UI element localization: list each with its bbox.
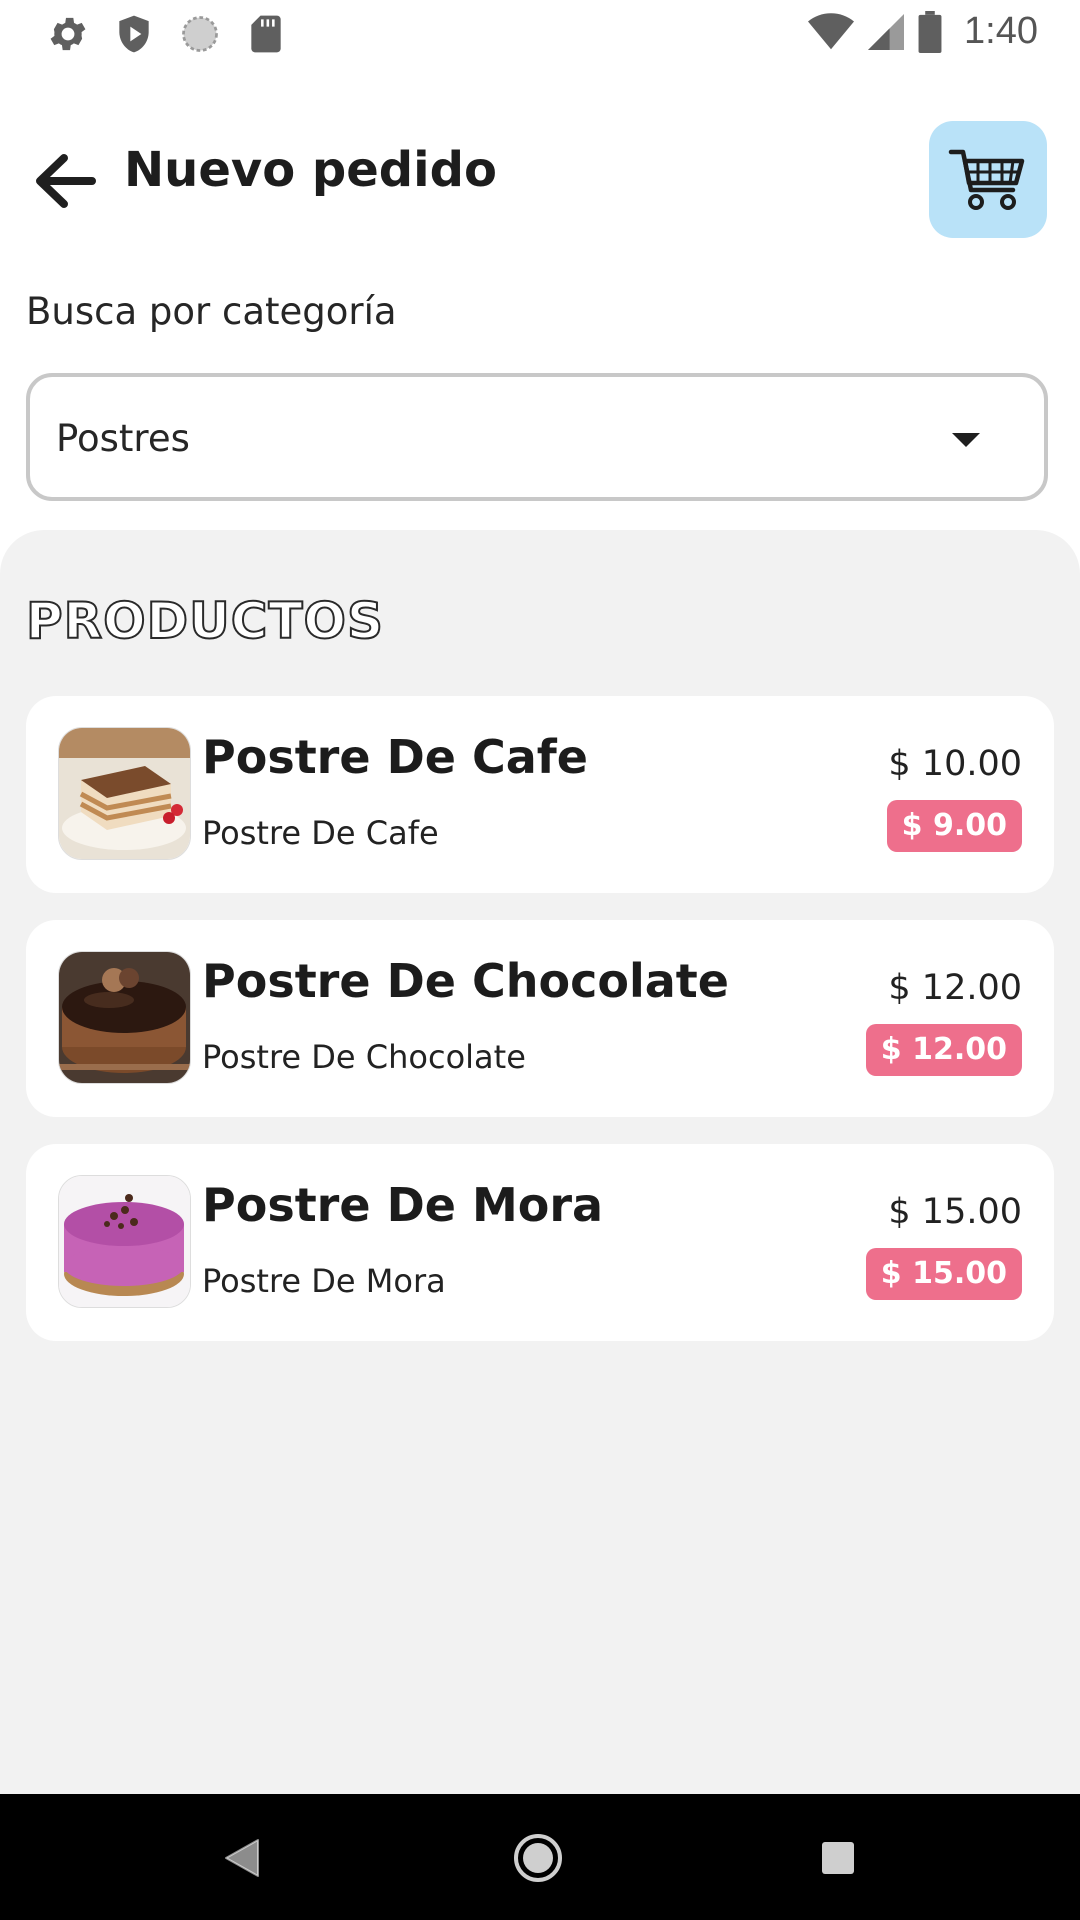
product-price: $ 10.00: [888, 744, 1022, 784]
back-button[interactable]: [30, 150, 100, 212]
battery-icon: [918, 10, 942, 53]
status-icons-right: 1:40: [808, 10, 1038, 53]
product-image: [58, 951, 191, 1084]
settings-icon: [50, 17, 86, 51]
system-nav-bar: [0, 1794, 1080, 1920]
product-description: Postre De Mora: [202, 1262, 446, 1300]
chevron-down-icon: [952, 433, 980, 447]
wifi-icon: [808, 12, 855, 49]
nav-back-button[interactable]: [212, 1828, 272, 1888]
shield-icon: [119, 15, 149, 53]
berry-cake-image: [59, 1176, 190, 1307]
chocolate-cake-image: [59, 952, 190, 1083]
product-name: Postre De Mora: [202, 1178, 604, 1232]
category-selected-value: Postres: [56, 417, 190, 460]
product-description: Postre De Cafe: [202, 814, 439, 852]
shopping-cart-icon: [948, 149, 1025, 210]
nav-recents-button[interactable]: [808, 1828, 868, 1888]
arrow-left-icon: [36, 154, 96, 208]
nav-home-icon: [514, 1834, 562, 1882]
product-sale-price-badge: $ 12.00: [865, 1024, 1022, 1076]
product-image: [58, 1175, 191, 1308]
page-title: Nuevo pedido: [124, 142, 497, 198]
status-time: 1:40: [964, 10, 1038, 52]
product-sale-price-badge: $ 9.00: [886, 800, 1022, 852]
product-image: [58, 727, 191, 860]
product-price: $ 15.00: [888, 1192, 1022, 1232]
product-price: $ 12.00: [888, 968, 1022, 1008]
product-card-postre-de-cafe[interactable]: Postre De Cafe Postre De Cafe $ 10.00 $ …: [26, 696, 1054, 893]
nav-recents-icon: [822, 1842, 854, 1874]
category-dropdown[interactable]: Postres: [26, 373, 1048, 501]
signal-icon: [868, 13, 905, 50]
product-description: Postre De Chocolate: [202, 1038, 526, 1076]
status-icons-left: [46, 12, 288, 56]
products-section-title: PRODUCTOS: [25, 591, 385, 651]
product-name: Postre De Cafe: [202, 730, 588, 784]
tiramisu-image: [59, 728, 190, 859]
sd-card-icon: [251, 15, 281, 53]
status-bar: 1:40: [0, 0, 1080, 64]
category-filter-label: Busca por categoría: [26, 290, 397, 333]
sync-icon: [182, 16, 218, 52]
nav-back-icon: [225, 1839, 259, 1877]
product-sale-price-badge: $ 15.00: [865, 1248, 1022, 1300]
product-card-postre-de-chocolate[interactable]: Postre De Chocolate Postre De Chocolate …: [26, 920, 1054, 1117]
products-panel: PRODUCTOS Postre De Cafe Postre De Cafe …: [0, 530, 1080, 1794]
cart-button[interactable]: [929, 121, 1047, 238]
product-card-postre-de-mora[interactable]: Postre De Mora Postre De Mora $ 15.00 $ …: [26, 1144, 1054, 1341]
product-name: Postre De Chocolate: [202, 954, 729, 1008]
nav-home-button[interactable]: [508, 1828, 568, 1888]
